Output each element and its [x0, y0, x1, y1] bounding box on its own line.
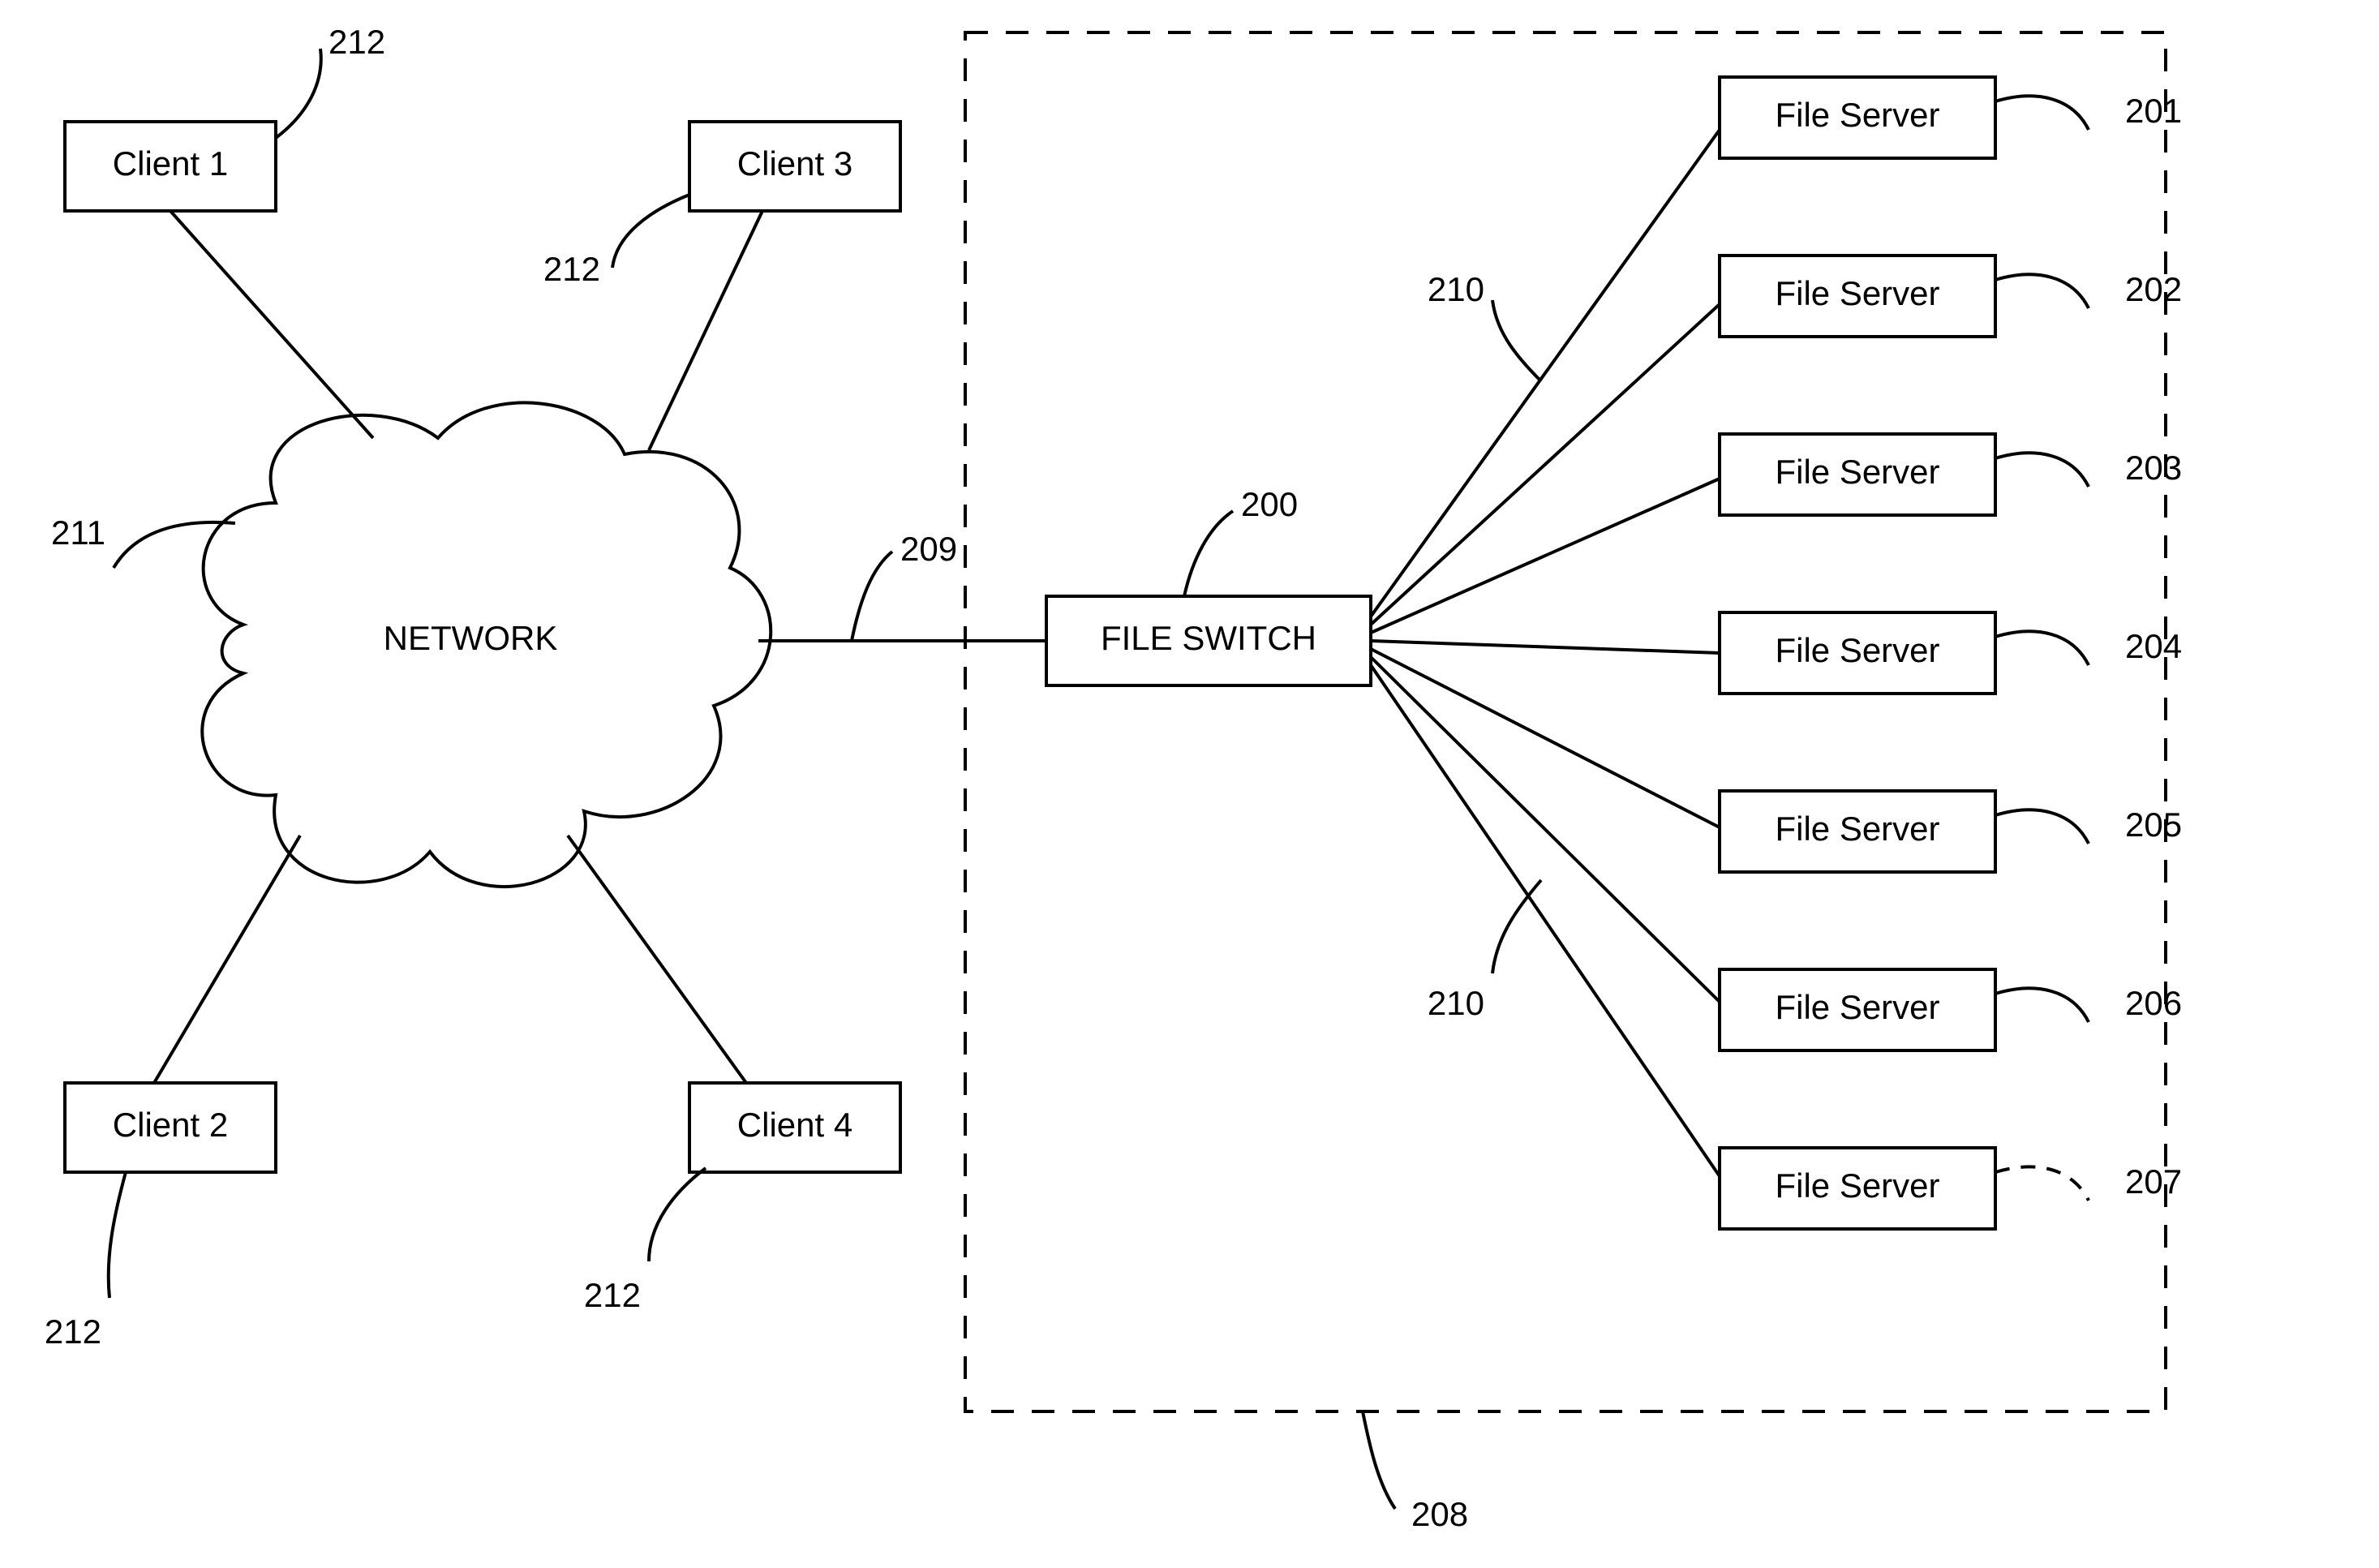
server7-label: File Server — [1775, 1166, 1939, 1205]
ref-200: 200 — [1241, 485, 1298, 523]
link-s2 — [1371, 304, 1720, 625]
server2-label: File Server — [1775, 274, 1939, 312]
lead-212a — [276, 49, 321, 138]
lead-200 — [1184, 511, 1233, 596]
client3-label: Client 3 — [737, 144, 852, 183]
server3-label: File Server — [1775, 453, 1939, 491]
servers-group: File Server File Server File Server File… — [1720, 77, 1995, 1229]
lead-212c — [109, 1172, 126, 1298]
lead-206 — [1995, 988, 2089, 1022]
link-s7 — [1371, 665, 1720, 1176]
lead-203 — [1995, 453, 2089, 487]
client4-label: Client 4 — [737, 1106, 852, 1144]
link-s5 — [1371, 649, 1720, 827]
ref-205: 205 — [2125, 805, 2182, 844]
link-s4 — [1371, 641, 1720, 653]
ref-212d: 212 — [584, 1276, 641, 1314]
ref-207: 207 — [2125, 1162, 2182, 1201]
fileswitch-label: FILE SWITCH — [1101, 619, 1316, 657]
lead-207 — [1995, 1166, 2089, 1201]
link-s3 — [1371, 479, 1720, 633]
ref-211: 211 — [51, 513, 105, 552]
server5-label: File Server — [1775, 810, 1939, 848]
lead-205 — [1995, 810, 2089, 844]
link-c1 — [170, 211, 373, 438]
lead-202 — [1995, 274, 2089, 308]
ref-206: 206 — [2125, 984, 2182, 1022]
client1-label: Client 1 — [113, 144, 228, 183]
ref-201: 201 — [2125, 92, 2182, 130]
link-c3 — [649, 211, 762, 450]
server4-label: File Server — [1775, 631, 1939, 669]
server1-label: File Server — [1775, 96, 1939, 134]
ref-208: 208 — [1411, 1495, 1468, 1533]
link-c4 — [568, 836, 746, 1083]
lead-210a — [1492, 300, 1541, 381]
lead-201 — [1995, 96, 2089, 130]
server6-label: File Server — [1775, 988, 1939, 1026]
lead-212d — [649, 1168, 706, 1261]
ref-209: 209 — [900, 530, 957, 568]
ref-203: 203 — [2125, 449, 2182, 487]
ref-212c: 212 — [45, 1312, 101, 1351]
ref-202: 202 — [2125, 270, 2182, 308]
network-label: NETWORK — [384, 619, 558, 657]
lead-209 — [852, 552, 892, 641]
lead-212b — [612, 195, 689, 268]
ref-210a: 210 — [1428, 270, 1484, 308]
diagram-canvas: NETWORK Client 1 Client 3 Client 2 Clien… — [0, 0, 2379, 1568]
ref-204: 204 — [2125, 627, 2182, 665]
ref-210b: 210 — [1428, 984, 1484, 1022]
ref-212b: 212 — [543, 250, 600, 288]
link-s1 — [1371, 130, 1720, 616]
lead-210b — [1492, 880, 1541, 973]
client2-label: Client 2 — [113, 1106, 228, 1144]
lead-204 — [1995, 631, 2089, 665]
link-s6 — [1371, 657, 1720, 1002]
ref-212a: 212 — [329, 23, 385, 61]
lead-208 — [1363, 1411, 1395, 1509]
link-c2 — [154, 836, 300, 1083]
